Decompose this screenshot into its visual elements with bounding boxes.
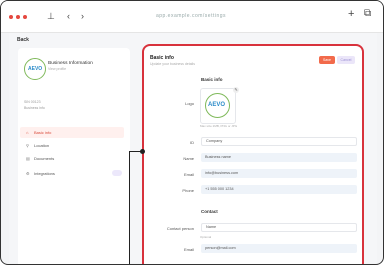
basic-info-form-card: Basic info Update your business details … (142, 44, 364, 264)
page-content: Back AEVO Business Information View prof… (9, 33, 377, 264)
field-label: ID (190, 140, 194, 145)
business-profile-card: AEVO Business Information View profile S… (18, 48, 130, 264)
contact-email-field[interactable]: person@mail.com (201, 244, 357, 253)
maximize-window-dot[interactable] (23, 15, 27, 19)
address-bar[interactable]: app.example.com/settings (151, 13, 231, 20)
field-label: Phone (182, 188, 194, 193)
sidebar-item-label: Documents (34, 156, 55, 161)
business-subtitle: View profile (48, 67, 67, 71)
section-heading: Basic info (201, 77, 223, 82)
business-logo: AEVO (24, 58, 46, 80)
browser-window: ⊥ ‹ › app.example.com/settings + ⧉ Back … (0, 0, 384, 265)
doc-icon: ▤ (26, 156, 30, 161)
field-label: Contact person (166, 226, 194, 231)
field-label: Email (183, 247, 194, 252)
sidebar-item-label: Basic info (34, 130, 52, 135)
sidebar-item-label: Integrations (34, 171, 55, 176)
contact-heading: Contact (201, 209, 218, 214)
sidebar-item-integrations[interactable]: ⚙ Integrations (20, 168, 124, 179)
title-bar: ⊥ ‹ › app.example.com/settings + ⧉ (1, 1, 383, 33)
business-meta-1: SIN 00123 (24, 100, 41, 104)
sidebar-item-label: Location (34, 143, 50, 148)
forward-arrow-icon[interactable]: › (81, 10, 84, 22)
cancel-button[interactable]: Cancel (337, 56, 355, 64)
minimize-window-dot[interactable] (16, 15, 20, 19)
close-window-dot[interactable] (9, 15, 13, 19)
save-button[interactable]: Save (319, 56, 335, 64)
logo-preview: AEVO (205, 93, 230, 118)
sidebar-item-documents[interactable]: ▤ Documents (20, 153, 124, 164)
home-icon: ⌂ (26, 130, 29, 135)
contact-hint: Optional (200, 235, 212, 239)
business-name: Business Information (48, 61, 93, 66)
sidebar-item-location[interactable]: ⚲ Location (20, 140, 124, 151)
email-field[interactable]: info@business.com (201, 169, 357, 178)
form-subtitle: Update your business details (150, 62, 195, 66)
contact-person-field[interactable]: Name (201, 223, 357, 232)
callout-dot (140, 149, 145, 154)
new-tab-icon[interactable]: + (348, 8, 354, 20)
sidebar-toggle-icon[interactable]: ⊥ (47, 10, 55, 22)
field-label: Email (183, 172, 194, 177)
logo-hint: Max size 2MB, PNG or JPG (200, 124, 238, 128)
callout-line-vertical (129, 151, 130, 264)
gear-icon: ⚙ (26, 171, 30, 176)
breadcrumb[interactable]: Back (17, 37, 29, 43)
id-field[interactable]: Company (201, 137, 357, 146)
pin-icon: ⚲ (26, 143, 29, 148)
sidebar-item-basic-info[interactable]: ⌂ Basic info (20, 127, 124, 138)
logo-label: Logo (185, 101, 194, 106)
field-label: Name (183, 156, 194, 161)
form-title: Basic info (150, 55, 174, 61)
name-field[interactable]: Business name (201, 153, 357, 162)
back-arrow-icon[interactable]: ‹ (67, 10, 70, 22)
logo-upload[interactable]: AEVO (200, 88, 236, 124)
integrations-badge (112, 170, 122, 176)
business-meta-2: Business info (24, 106, 45, 110)
phone-field[interactable]: +1 555 000 1234 (201, 185, 357, 194)
edit-logo-icon[interactable]: ✎ (233, 87, 239, 93)
tabs-overview-icon[interactable]: ⧉ (364, 8, 371, 20)
